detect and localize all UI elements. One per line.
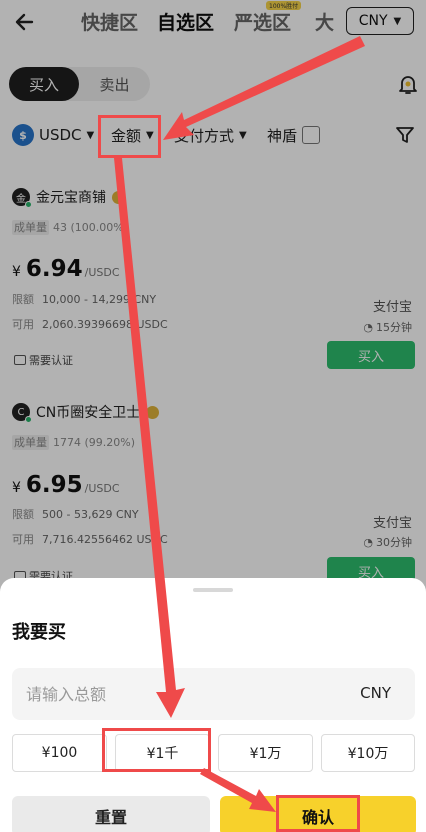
confirm-highlight [276,795,360,832]
reset-button[interactable]: 重置 [12,796,210,832]
amount-field: CNY [12,668,415,720]
amount-input[interactable] [26,668,326,720]
sheet-title: 我要买 [12,622,66,643]
preset-100-button[interactable]: ¥100 [12,734,107,772]
preset-100k-button[interactable]: ¥10万 [321,734,415,772]
amount-bottom-sheet: 我要买 CNY ¥100 ¥1千 ¥1万 ¥10万 重置 确认 [0,578,426,832]
amount-filter-highlight [98,115,161,158]
preset-1k-highlight [102,728,211,772]
amount-currency-unit: CNY [360,684,391,702]
preset-10k-button[interactable]: ¥1万 [218,734,313,772]
sheet-drag-handle[interactable] [193,588,233,592]
